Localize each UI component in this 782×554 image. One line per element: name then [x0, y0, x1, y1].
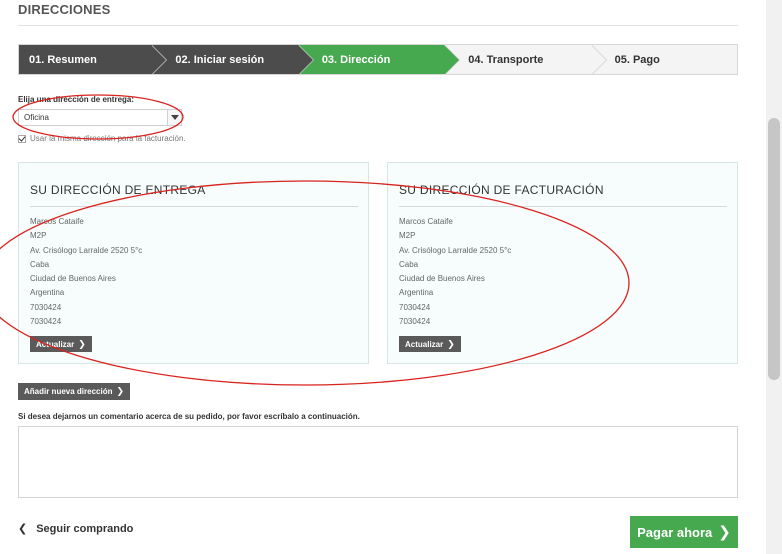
checkout-steps: 01. Resumen 02. Iniciar sesión 03. Direc…: [18, 44, 738, 75]
comment-label: Si desea dejarnos un comentario acerca d…: [18, 412, 360, 421]
step-payment: 05. Pago: [590, 45, 737, 74]
button-label: Actualizar: [405, 339, 444, 349]
page-title: DIRECCIONES: [18, 2, 111, 17]
step-shipping: 04. Transporte: [444, 45, 607, 74]
address-line: M2P: [399, 231, 416, 241]
page-scrollbar[interactable]: [766, 0, 782, 554]
divider: [30, 206, 358, 207]
chevron-right-icon: ❯: [718, 524, 731, 541]
chevron-right-icon: ❯: [447, 338, 455, 349]
shipping-address-box: SU DIRECCIÓN DE ENTREGA Marcos Cataife M…: [18, 162, 369, 364]
continue-shopping-link[interactable]: ❮ Seguir comprando: [18, 522, 134, 536]
address-line: M2P: [30, 231, 47, 241]
update-billing-button[interactable]: Actualizar ❯: [399, 336, 461, 352]
address-line: Av. Crisólogo Larralde 2520 5°c: [30, 245, 143, 255]
address-line: Av. Crisólogo Larralde 2520 5°c: [399, 245, 512, 255]
comment-textarea[interactable]: [18, 426, 738, 498]
shipping-address-lines: Marcos Cataife M2P Av. Crisólogo Larrald…: [30, 215, 142, 329]
continue-shopping-label: Seguir comprando: [36, 522, 134, 535]
scrollbar-thumb[interactable]: [768, 118, 780, 380]
address-line: 7030424: [30, 317, 62, 327]
delivery-address-label: Elija una dirección de entrega:: [18, 95, 135, 104]
delivery-address-select[interactable]: Oficina: [18, 109, 182, 126]
address-line: Argentina: [399, 288, 434, 298]
address-line: Ciudad de Buenos Aires: [399, 274, 485, 284]
step-arrow-shape: [297, 45, 313, 74]
step-label: 05. Pago: [614, 53, 660, 66]
update-shipping-button[interactable]: Actualizar ❯: [30, 336, 92, 352]
button-label: Actualizar: [36, 339, 75, 349]
step-arrow-shape: [590, 45, 606, 74]
button-label: Pagar ahora: [637, 524, 713, 540]
chevron-right-icon: ❯: [78, 338, 86, 349]
pay-now-button[interactable]: Pagar ahora ❯: [630, 516, 738, 548]
step-arrow-shape: [151, 45, 167, 74]
step-summary[interactable]: 01. Resumen: [19, 45, 168, 74]
address-line: Caba: [399, 259, 419, 269]
shipping-address-title: SU DIRECCIÓN DE ENTREGA: [30, 183, 206, 197]
same-address-label: Usar la misma dirección para la facturac…: [30, 134, 186, 143]
step-label: 03. Dirección: [321, 53, 391, 66]
address-line: Caba: [30, 259, 50, 269]
step-address: 03. Dirección: [297, 45, 461, 74]
divider: [399, 206, 727, 207]
address-line: Marcos Cataife: [399, 217, 453, 226]
add-new-address-button[interactable]: Añadir nueva dirección ❯: [18, 383, 131, 400]
selected-address: Oficina: [24, 113, 49, 122]
billing-address-lines: Marcos Cataife M2P Av. Crisólogo Larrald…: [399, 215, 511, 329]
billing-address-title: SU DIRECCIÓN DE FACTURACIÓN: [399, 183, 604, 197]
step-label: 01. Resumen: [29, 53, 97, 66]
address-line: 7030424: [399, 302, 431, 312]
step-label: 02. Iniciar sesión: [175, 53, 265, 66]
same-address-option[interactable]: Usar la misma dirección para la facturac…: [18, 134, 186, 143]
address-line: Argentina: [30, 288, 65, 298]
step-login[interactable]: 02. Iniciar sesión: [151, 45, 314, 74]
billing-address-box: SU DIRECCIÓN DE FACTURACIÓN Marcos Catai…: [387, 162, 738, 364]
step-label: 04. Transporte: [468, 53, 544, 66]
triangle-down-icon: [170, 115, 179, 120]
chevron-left-icon: ❮: [18, 523, 28, 535]
address-line: 7030424: [399, 317, 431, 327]
address-line: 7030424: [30, 302, 62, 312]
select-toggle[interactable]: [167, 110, 181, 125]
address-line: Ciudad de Buenos Aires: [30, 274, 116, 284]
chevron-right-icon: ❯: [116, 386, 125, 396]
button-label: Añadir nueva dirección: [24, 387, 113, 396]
title-divider: [18, 25, 738, 26]
step-arrow-shape: [444, 45, 460, 74]
address-line: Marcos Cataife: [30, 217, 84, 226]
checkmark-icon[interactable]: [18, 134, 26, 143]
